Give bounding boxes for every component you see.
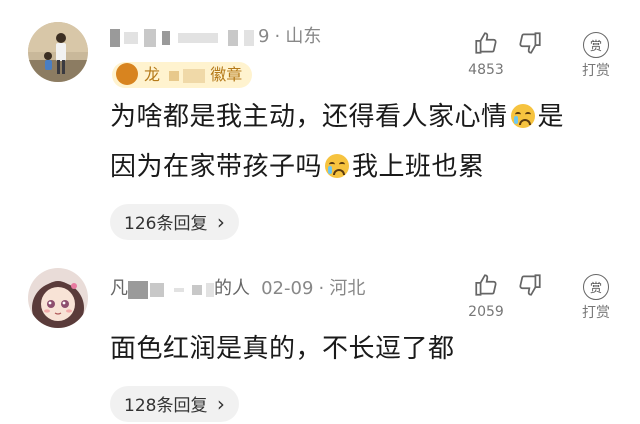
comment-dot: · [318, 278, 325, 299]
reward-button[interactable]: 赏 打赏 [566, 274, 626, 322]
reward-icon: 赏 [583, 32, 609, 58]
thumbs-down-icon [519, 274, 541, 296]
reward-label: 打赏 [582, 305, 610, 321]
reward-label: 打赏 [582, 63, 610, 79]
comment-line-tail: 我上班也累 [352, 152, 485, 182]
chevron-right-icon: › [216, 210, 225, 234]
comment-line: 为啥都是我主动，还得看人家心情 [110, 102, 508, 132]
comment-line: 面色红润是真的，不长逗了都 [110, 334, 455, 364]
avatar[interactable] [28, 268, 88, 328]
dislike-button[interactable] [510, 272, 550, 302]
view-replies-button[interactable]: 126条回复 › [110, 204, 239, 240]
thumbs-up-icon [475, 32, 497, 54]
username-first: 凡 [110, 278, 128, 299]
username[interactable]: 9 · 山东 [110, 24, 321, 50]
chevron-right-icon: › [216, 392, 225, 416]
like-button[interactable]: 2059 [456, 272, 516, 320]
dislike-button[interactable] [510, 30, 550, 60]
dragon-icon [116, 63, 138, 85]
reward-button[interactable]: 赏 打赏 [566, 32, 626, 80]
thumbs-up-icon [475, 274, 497, 296]
username-suffix: 的人 [214, 278, 250, 299]
like-count: 4853 [468, 62, 504, 78]
crying-emoji-icon [510, 104, 535, 128]
comment-body: 面色红润是真的，不长逗了都 [110, 324, 620, 374]
badge-suffix: 徽章 [210, 65, 243, 84]
username-suffix: 9 [258, 26, 270, 47]
reply-count: 128条回复 [124, 396, 208, 416]
username[interactable]: 凡 的人 02-09 · 河北 [110, 276, 365, 302]
reply-count: 126条回复 [124, 214, 208, 234]
like-button[interactable]: 4853 [456, 30, 516, 78]
badge-prefix: 龙 [144, 65, 161, 84]
crying-emoji-icon [325, 154, 350, 178]
user-badge[interactable]: 龙 徽章 [112, 62, 253, 88]
reward-icon: 赏 [583, 274, 609, 300]
comment-body: 为啥都是我主动，还得看人家心情是 因为在家带孩子吗 我上班也累 [110, 92, 620, 192]
view-replies-button[interactable]: 128条回复 › [110, 386, 239, 422]
comment-line-tail: 是 [537, 102, 565, 132]
comment-dot: · [274, 26, 281, 47]
thumbs-down-icon [519, 32, 541, 54]
comment-line: 因为在家带孩子吗 [110, 152, 323, 182]
comment-location: 河北 [329, 278, 366, 299]
avatar[interactable] [28, 22, 88, 82]
like-count: 2059 [468, 304, 504, 320]
comment-location: 山东 [285, 26, 322, 47]
comment-date: 02-09 [261, 278, 314, 299]
